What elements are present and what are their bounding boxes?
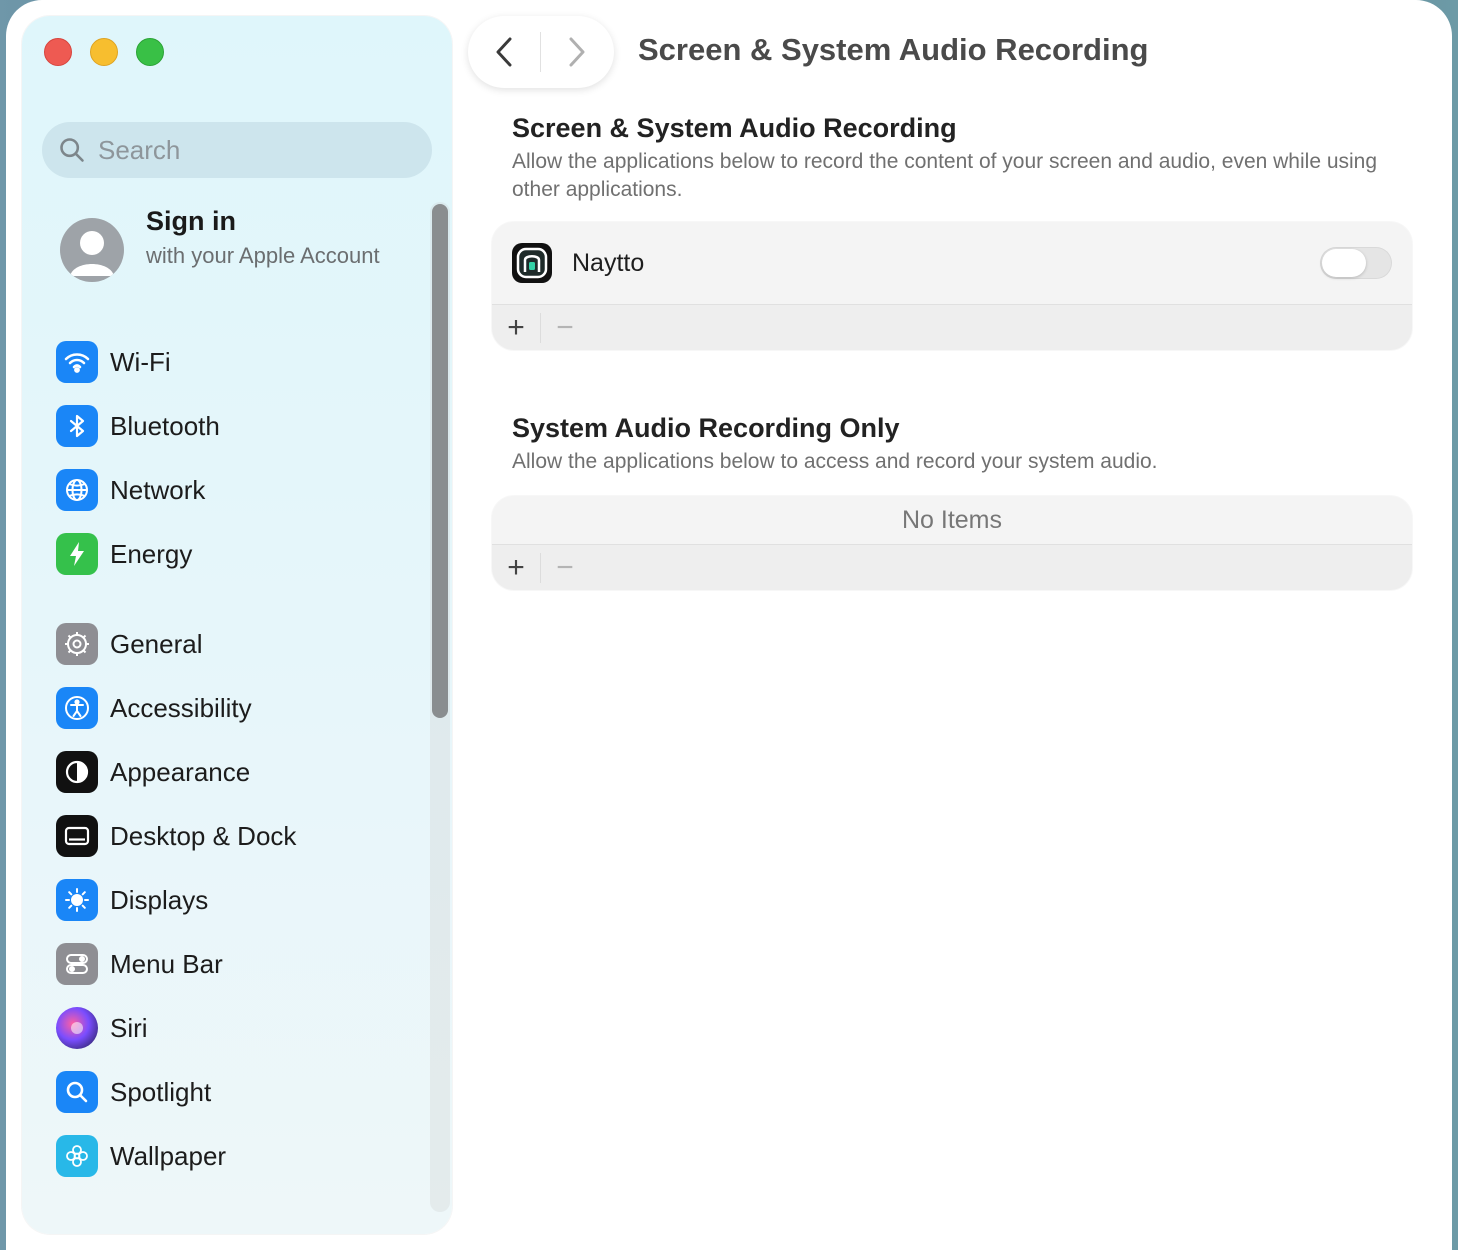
avatar (60, 218, 124, 282)
naytto-app-icon (512, 243, 552, 283)
siri-icon (56, 1007, 98, 1049)
sidebar-item-label: Siri (110, 1012, 148, 1043)
add-app-button[interactable]: + (492, 545, 540, 591)
screen-recording-app-list: Naytto + − (492, 222, 1412, 350)
sidebar-item-label: Bluetooth (110, 410, 220, 441)
naytto-permission-toggle[interactable] (1320, 247, 1392, 279)
remove-app-button[interactable]: − (541, 305, 589, 351)
sidebar-scrollbar-thumb[interactable] (432, 204, 448, 718)
sidebar-item-bluetooth[interactable]: Bluetooth (56, 398, 416, 454)
bluetooth-icon (56, 405, 98, 447)
sidebar-item-menu-bar[interactable]: Menu Bar (56, 936, 416, 992)
sidebar-item-label: Network (110, 474, 206, 505)
sidebar-item-accessibility[interactable]: Accessibility (56, 680, 416, 736)
sidebar: Search Sign in with your Apple Account W… (22, 16, 452, 1234)
sign-in-subtitle: with your Apple Account (146, 243, 380, 268)
sidebar-item-siri[interactable]: Siri (56, 1000, 416, 1056)
section-title-screen-recording: Screen & System Audio Recording (512, 113, 957, 143)
sidebar-item-general[interactable]: General (56, 616, 416, 672)
minimize-window-button[interactable] (90, 38, 118, 66)
empty-list-text: No Items (901, 506, 1003, 534)
menubar-icon (56, 943, 98, 985)
search-icon (60, 138, 84, 162)
page-title: Screen & System Audio Recording (638, 32, 1149, 67)
remove-app-button[interactable]: − (541, 545, 589, 591)
sidebar-item-desktop-dock[interactable]: Desktop & Dock (56, 808, 416, 864)
sidebar-item-label: Menu Bar (110, 948, 223, 979)
gear-icon (56, 623, 98, 665)
sidebar-item-label: Energy (110, 538, 193, 569)
section-title-audio-only: System Audio Recording Only (512, 413, 900, 443)
globe-icon (56, 469, 98, 511)
sidebar-item-energy[interactable]: Energy (56, 526, 416, 582)
flower-icon (56, 1135, 98, 1177)
sun-icon (56, 879, 98, 921)
list-controls: + − (492, 304, 1412, 350)
sign-in-title: Sign in (146, 206, 236, 236)
zoom-window-button[interactable] (136, 38, 164, 66)
sidebar-item-label: Accessibility (110, 692, 252, 723)
sidebar-item-wifi[interactable]: Wi-Fi (56, 334, 416, 390)
sidebar-item-spotlight[interactable]: Spotlight (56, 1064, 416, 1120)
search-placeholder: Search (98, 134, 181, 165)
add-app-button[interactable]: + (492, 305, 540, 351)
dock-icon (56, 815, 98, 857)
spotlight-icon (56, 1071, 98, 1113)
sidebar-item-label: General (110, 628, 203, 659)
sign-in-account[interactable]: Sign in with your Apple Account (60, 206, 420, 316)
close-window-button[interactable] (44, 38, 72, 66)
chevron-left-icon (496, 37, 512, 67)
accessibility-icon (56, 687, 98, 729)
navigation-buttons (468, 16, 614, 88)
bolt-icon (56, 533, 98, 575)
person-icon (70, 231, 114, 276)
main-content: Screen & System Audio Recording Screen &… (466, 0, 1452, 1250)
sidebar-item-label: Desktop & Dock (110, 820, 297, 851)
sidebar-item-label: Appearance (110, 756, 251, 787)
section-description-screen-recording: Allow the applications below to record t… (512, 150, 1378, 201)
sidebar-item-label: Wi-Fi (110, 346, 171, 377)
appearance-icon (56, 751, 98, 793)
sidebar-item-displays[interactable]: Displays (56, 872, 416, 928)
forward-button[interactable] (541, 16, 613, 88)
app-name: Naytto (572, 248, 645, 277)
wifi-icon (56, 341, 98, 383)
audio-only-app-list: No Items + − (492, 496, 1412, 590)
toggle-knob (1322, 249, 1366, 277)
list-controls: + − (492, 544, 1412, 590)
sidebar-item-appearance[interactable]: Appearance (56, 744, 416, 800)
sidebar-item-label: Spotlight (110, 1076, 212, 1107)
sidebar-item-network[interactable]: Network (56, 462, 416, 518)
list-item: Naytto (492, 222, 1412, 304)
settings-window: Search Sign in with your Apple Account W… (6, 0, 1452, 1250)
sidebar-item-label: Wallpaper (110, 1140, 227, 1171)
back-button[interactable] (468, 16, 540, 88)
section-description-audio-only: Allow the applications below to access a… (512, 450, 1158, 473)
search-input[interactable]: Search (42, 122, 432, 178)
sidebar-item-label: Displays (110, 884, 209, 915)
sidebar-item-wallpaper[interactable]: Wallpaper (56, 1128, 416, 1184)
chevron-right-icon (569, 37, 585, 67)
